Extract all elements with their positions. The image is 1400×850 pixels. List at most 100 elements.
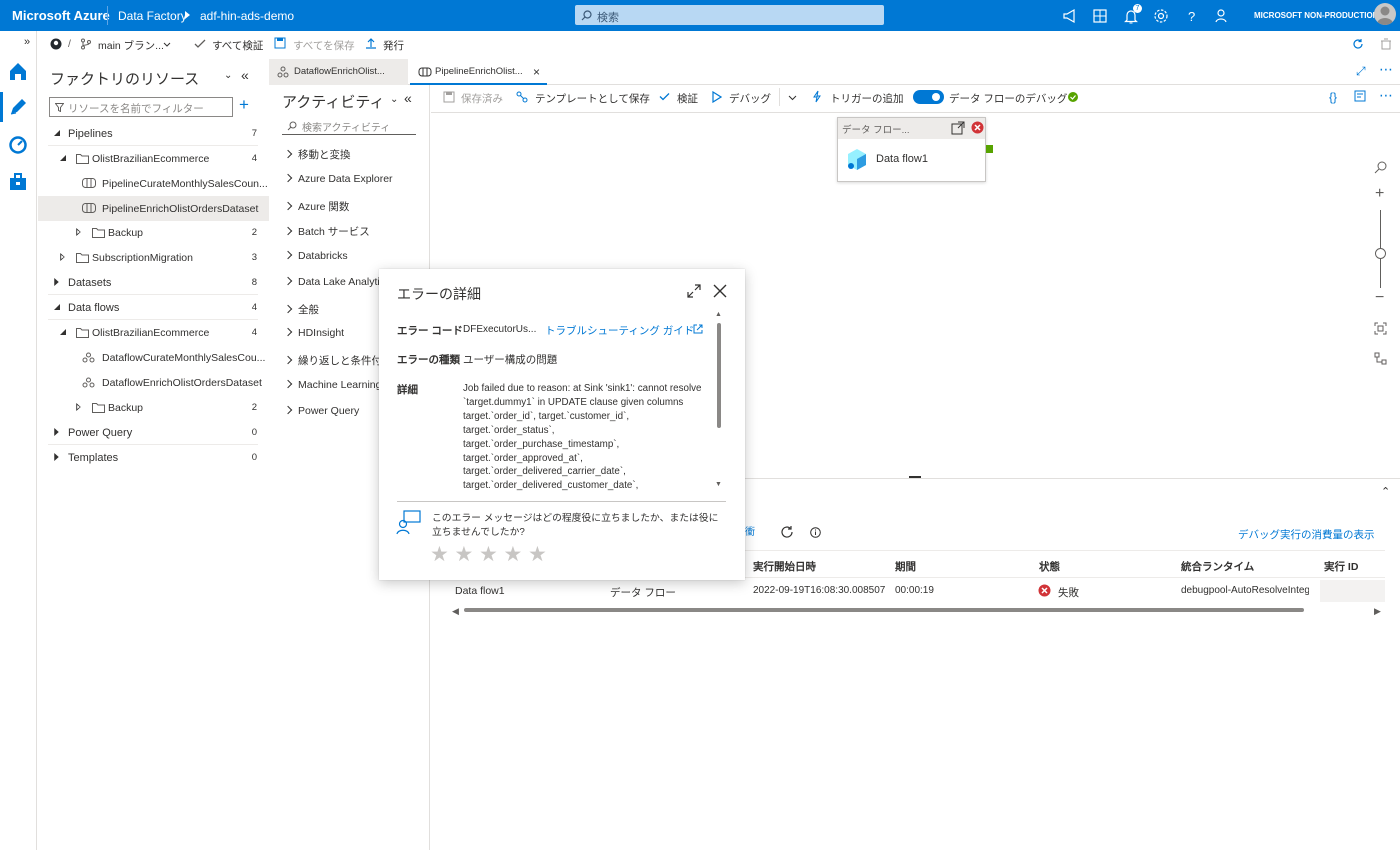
tab-pipeline[interactable]: PipelineEnrichOlist... [410,59,547,85]
expanded-caret-icon[interactable] [54,304,60,310]
save-all-button[interactable]: すべてを保存 [293,38,355,53]
error-status-icon[interactable] [971,121,984,134]
scroll-up-icon[interactable]: ▲ [715,311,722,318]
tenant-name[interactable]: MICROSOFT NON-PRODUCTION [1254,11,1378,20]
output-link-fragment[interactable]: 衝 [745,523,755,538]
col-header-duration[interactable]: 期間 [895,559,916,574]
help-icon[interactable]: ? [1183,7,1201,25]
col-header-status[interactable]: 状態 [1039,559,1060,574]
settings-gear-icon[interactable] [1152,7,1170,25]
tree-item[interactable]: SubscriptionMigration 3 [38,245,269,270]
expanded-caret-icon[interactable] [60,329,66,335]
monitor-icon[interactable] [7,134,29,156]
expanded-caret-icon[interactable] [54,130,60,136]
col-header-runtime[interactable]: 統合ランタイム [1181,559,1254,574]
horizontal-scrollbar-thumb[interactable] [464,608,1304,612]
success-output-connector[interactable] [986,145,993,153]
dataflow-debug-toggle[interactable] [913,90,944,104]
activity-category[interactable]: Azure 関数 [285,199,349,214]
zoom-in-icon[interactable]: + [1375,185,1384,203]
add-trigger-button[interactable]: トリガーの追加 [830,91,904,106]
info-icon[interactable] [810,527,821,538]
maximize-icon[interactable] [687,284,701,298]
directory-switch-icon[interactable] [1091,7,1109,25]
collapse-activities-icon[interactable]: « [404,90,412,106]
expanded-caret-icon[interactable] [60,155,66,161]
scroll-down-icon[interactable]: ▼ [715,481,722,488]
debug-consumption-link[interactable]: デバッグ実行の消費量の表示 [1238,527,1375,542]
rating-star-icon[interactable]: ★ [479,542,498,567]
code-view-icon[interactable]: {} [1329,90,1337,104]
tree-item[interactable]: Templates 0 [38,445,269,470]
author-pencil-icon[interactable] [7,96,29,118]
add-resource-icon[interactable]: + [239,95,249,115]
activity-category[interactable]: 全般 [285,302,319,317]
home-icon[interactable] [7,60,29,82]
branch-selector[interactable]: main ブラン... [98,38,164,53]
more-options-icon[interactable]: ⋯ [1379,61,1393,78]
zoom-to-fit-icon[interactable] [1374,322,1387,335]
tree-item[interactable]: Power Query 0 [38,420,269,445]
saved-button[interactable]: 保存済み [461,91,503,106]
tab-dataflow[interactable]: DataflowEnrichOlist... [269,59,408,85]
tree-item[interactable]: Datasets 8 [38,270,269,295]
activity-category[interactable]: Azure Data Explorer [285,173,393,185]
tree-item[interactable]: Backup 2 [38,395,269,420]
validate-all-button[interactable]: すべて検証 [212,38,263,53]
collapsed-caret-icon[interactable] [60,253,65,261]
detail-scrollbar-thumb[interactable] [717,323,721,428]
activity-category[interactable]: Databricks [285,250,348,262]
scroll-right-icon[interactable]: ▶ [1374,606,1381,617]
col-header-run-id[interactable]: 実行 ID [1324,559,1358,574]
external-link-icon[interactable] [693,324,703,334]
breadcrumb-data-factory[interactable]: Data Factory [118,9,187,23]
collapsed-caret-icon[interactable] [76,228,81,236]
expand-editor-icon[interactable]: ⤢ [1356,64,1366,79]
activity-category[interactable]: 移動と変換 [285,147,351,162]
tree-item[interactable]: DataflowEnrichOlistOrdersDataset [38,370,269,395]
collapsed-caret-icon[interactable] [54,278,59,286]
tree-item[interactable]: PipelineCurateMonthlySalesCoun... [38,171,269,196]
run-status[interactable]: 失敗 [1058,585,1079,600]
tree-item[interactable]: Pipelines 7 [38,121,269,146]
validate-button[interactable]: 検証 [677,91,698,106]
save-as-template-button[interactable]: テンプレートとして保存 [535,91,650,106]
manage-toolbox-icon[interactable] [7,171,29,193]
tree-item[interactable]: OlistBrazilianEcommerce 4 [38,146,269,171]
scroll-left-icon[interactable]: ◀ [452,606,459,617]
troubleshooting-guide-link[interactable]: トラブルシューティング ガイド [545,323,694,338]
activity-category[interactable]: Data Lake Analytic [285,276,385,288]
tree-item[interactable]: Data flows 4 [38,295,269,320]
rating-star-icon[interactable]: ★ [455,542,474,567]
col-header-start-time[interactable]: 実行開始日時 [753,559,816,574]
auto-align-icon[interactable] [1374,352,1387,365]
publish-button[interactable]: 発行 [383,38,404,53]
activity-category[interactable]: Power Query [285,405,359,417]
collapse-output-icon[interactable]: ⌃ [1381,485,1390,498]
properties-icon[interactable] [1354,90,1367,103]
github-icon[interactable] [50,38,62,50]
announcement-icon[interactable] [1061,7,1079,25]
expand-rail-icon[interactable]: » [24,36,30,48]
feedback-icon[interactable] [1213,7,1231,25]
resource-filter-input[interactable]: リソースを名前でフィルター [49,97,233,117]
tree-item[interactable]: OlistBrazilianEcommerce 4 [38,320,269,345]
collapsed-caret-icon[interactable] [54,453,59,461]
rating-star-icon[interactable]: ★ [528,542,547,567]
dataflow-activity-node[interactable]: データ フロー... Data flow1 [837,117,986,182]
refresh-icon[interactable] [1352,38,1364,50]
activity-category[interactable]: 繰り返しと条件付き [285,353,393,368]
open-external-icon[interactable] [951,121,965,135]
activity-search-input[interactable]: 検索アクティビティ [282,117,416,135]
discard-icon[interactable] [1380,38,1392,50]
collapsed-caret-icon[interactable] [76,403,81,411]
more-options-icon[interactable]: ⋯ [1379,87,1393,104]
tree-item[interactable]: Backup 2 [38,220,269,245]
search-icon[interactable] [1374,160,1388,174]
collapse-all-activities-icon[interactable]: ⌄ [390,94,398,105]
breadcrumb-factory-name[interactable]: adf-hin-ads-demo [200,9,294,23]
user-avatar[interactable] [1374,3,1396,25]
run-name[interactable]: Data flow1 [455,585,505,597]
azure-brand-link[interactable]: Microsoft Azure [12,8,110,23]
zoom-out-icon[interactable]: − [1375,289,1384,307]
